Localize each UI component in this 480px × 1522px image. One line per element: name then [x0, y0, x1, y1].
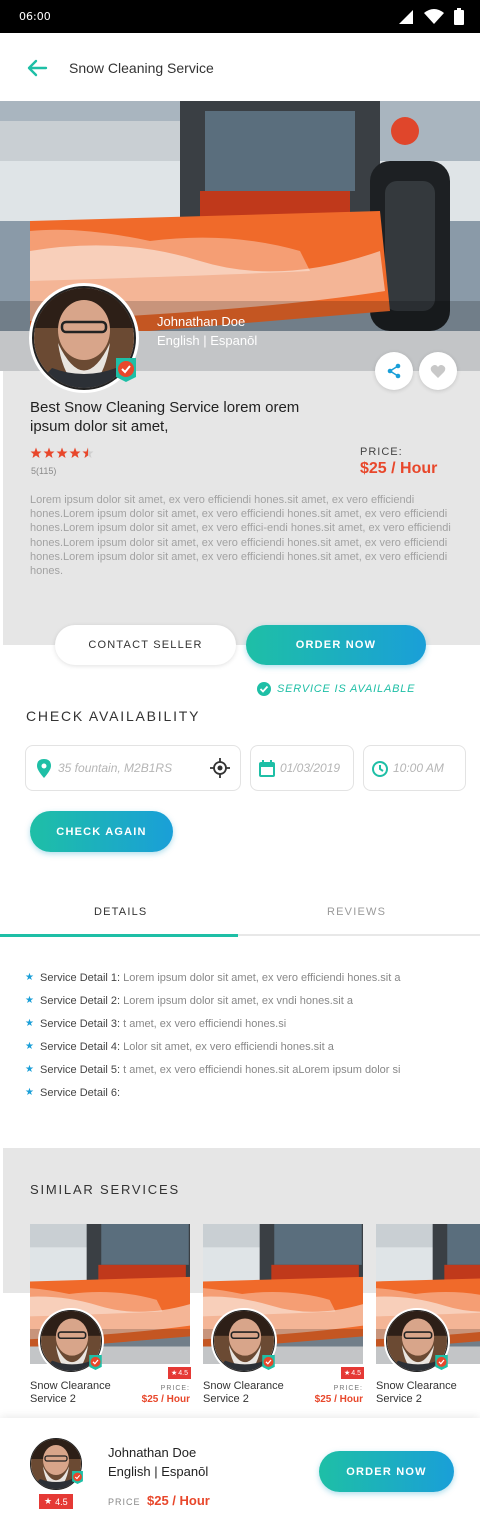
availability-text: SERVICE IS AVAILABLE — [277, 683, 416, 695]
star-bullet-icon: ★ — [25, 972, 34, 983]
card-price-label: PRICE: — [333, 1385, 363, 1392]
similar-service-card[interactable]: Snow Clearance Service 2 — [376, 1224, 480, 1414]
location-value: 35 fountain, M2B1RS — [58, 761, 173, 775]
star-bullet-icon: ★ — [25, 1087, 34, 1098]
star-icon — [56, 447, 68, 458]
verified-badge-icon — [72, 1471, 83, 1484]
time-value: 10:00 AM — [393, 761, 444, 775]
tab-details[interactable]: DETAILS — [94, 906, 147, 918]
star-icon — [30, 447, 42, 458]
cellular-signal-icon — [399, 9, 413, 24]
card-rating-badge: ★ 4.5 — [168, 1367, 192, 1379]
order-now-button[interactable]: ORDER NOW — [246, 625, 426, 665]
card-title: Snow Clearance Service 2 — [30, 1380, 111, 1405]
location-field[interactable]: 35 fountain, M2B1RS — [25, 745, 241, 791]
availability-status: SERVICE IS AVAILABLE — [257, 682, 415, 696]
star-half-icon — [82, 447, 94, 458]
star-bullet-icon: ★ — [25, 1064, 34, 1075]
tab-reviews[interactable]: REVIEWS — [327, 906, 386, 918]
seller-languages: English | Espanōl — [157, 333, 258, 348]
similar-service-card[interactable]: ★ 4.5 Snow Clearance Service 2 PRICE: $25… — [30, 1224, 192, 1414]
status-bar: 06:00 — [0, 0, 480, 33]
check-availability-title: CHECK AVAILABILITY — [26, 708, 201, 724]
location-pin-icon — [37, 759, 51, 778]
clock-icon — [372, 761, 388, 777]
arrow-left-icon — [27, 59, 48, 77]
bottom-seller-name: Johnathan Doe — [108, 1445, 197, 1460]
verified-badge-icon — [262, 1355, 275, 1370]
share-button[interactable] — [375, 352, 413, 390]
card-price: $25 / Hour — [141, 1394, 190, 1405]
bottom-price: $25 / Hour — [147, 1493, 210, 1508]
card-price: $25 / Hour — [314, 1394, 363, 1405]
rating-stars — [30, 447, 94, 459]
bottom-order-now-button[interactable]: ORDER NOW — [319, 1451, 454, 1492]
gps-target-icon[interactable] — [210, 758, 230, 778]
page-title: Snow Cleaning Service — [69, 60, 214, 76]
check-again-button[interactable]: CHECK AGAIN — [30, 811, 173, 852]
star-bullet-icon: ★ — [25, 1041, 34, 1052]
card-title: Snow Clearance Service 2 — [203, 1380, 284, 1405]
heart-icon — [430, 364, 446, 378]
service-description: Lorem ipsum dolor sit amet, ex vero effi… — [30, 494, 451, 578]
service-details-list: ★ Service Detail 1: Lorem ipsum dolor sit … — [25, 966, 475, 1104]
service-title: Best Snow Cleaning Service lorem orem ip… — [30, 399, 300, 435]
time-field[interactable]: 10:00 AM — [363, 745, 466, 791]
star-icon — [43, 447, 55, 458]
star-icon: ★ — [344, 1370, 351, 1377]
calendar-icon — [259, 760, 275, 777]
price-label: PRICE: — [360, 446, 403, 458]
price-value: $25 / Hour — [360, 460, 438, 477]
app-bar: Snow Cleaning Service — [0, 33, 480, 101]
card-title: Snow Clearance Service 2 — [376, 1380, 457, 1405]
favorite-button[interactable] — [419, 352, 457, 390]
list-item: ★ Service Detail 4: Lolor sit amet, ex ver… — [25, 1040, 334, 1053]
wifi-icon — [424, 8, 444, 24]
bottom-order-bar: ★ 4.5 Johnathan Doe English | Espanōl PRI… — [0, 1418, 480, 1522]
date-value: 01/03/2019 — [280, 761, 341, 775]
list-item: ★ Service Detail 2: Lorem ipsum dolor sit … — [25, 994, 353, 1007]
bottom-seller-languages: English | Espanōl — [108, 1464, 209, 1479]
status-icons — [398, 8, 464, 25]
status-time: 06:00 — [19, 10, 51, 23]
verified-badge-icon — [89, 1355, 102, 1370]
share-icon — [387, 363, 401, 379]
check-circle-icon — [257, 682, 271, 696]
star-icon: ★ — [44, 1496, 53, 1506]
star-icon — [69, 447, 81, 458]
date-field[interactable]: 01/03/2019 — [250, 745, 354, 791]
detail-tabs: DETAILS REVIEWS — [0, 890, 480, 937]
card-price-label: PRICE: — [160, 1385, 190, 1392]
bottom-rating-badge: ★ 4.5 — [39, 1494, 73, 1509]
card-rating-badge: ★ 4.5 — [341, 1367, 365, 1379]
seller-name: Johnathan Doe — [157, 314, 246, 329]
battery-icon — [454, 8, 464, 25]
star-bullet-icon: ★ — [25, 995, 34, 1006]
list-item: ★ Service Detail 3: t amet, ex vero effici… — [25, 1017, 287, 1030]
similar-service-card[interactable]: ★ 4.5 Snow Clearance Service 2 PRICE: $25… — [203, 1224, 365, 1414]
rating-count: 5(115) — [31, 466, 57, 476]
list-item: ★ Service Detail 1: Lorem ipsum dolor sit … — [25, 971, 401, 984]
verified-badge-icon — [116, 358, 136, 382]
list-item: ★ Service Detail 6: — [25, 1086, 121, 1099]
back-button[interactable] — [26, 57, 48, 79]
bottom-price-label: PRICE — [108, 1497, 141, 1507]
contact-seller-button[interactable]: CONTACT SELLER — [55, 625, 236, 665]
verified-badge-icon — [435, 1355, 448, 1370]
list-item: ★ Service Detail 5: t amet, ex vero effici… — [25, 1063, 401, 1076]
star-icon: ★ — [171, 1370, 178, 1377]
similar-services-title: SIMILAR SERVICES — [30, 1182, 180, 1197]
star-bullet-icon: ★ — [25, 1018, 34, 1029]
active-tab-indicator — [0, 934, 238, 937]
